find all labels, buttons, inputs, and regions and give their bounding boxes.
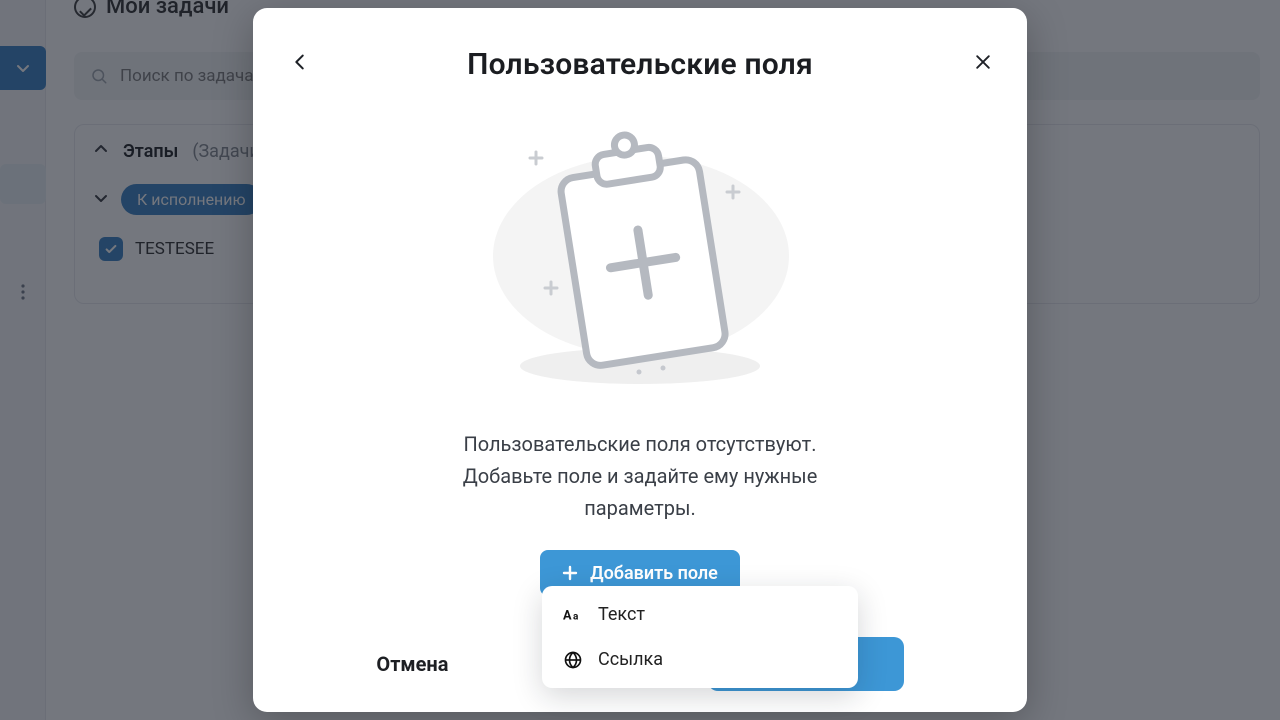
menu-item-text-label: Текст (598, 604, 645, 625)
modal-close-button[interactable] (973, 52, 993, 76)
globe-icon (562, 650, 584, 670)
close-icon (973, 52, 993, 72)
cancel-button[interactable]: Отмена (376, 652, 448, 676)
empty-state-text: Пользовательские поля отсутствуют. Добав… (420, 428, 860, 524)
plus-icon (562, 565, 578, 581)
menu-item-link[interactable]: Ссылка (542, 637, 858, 682)
empty-line-1: Пользовательские поля отсутствуют. (420, 428, 860, 460)
menu-item-link-label: Ссылка (598, 649, 663, 670)
modal-back-button[interactable] (289, 51, 311, 77)
menu-item-text[interactable]: Aa Текст (542, 592, 858, 637)
text-type-icon: Aa (562, 607, 584, 623)
modal-title: Пользовательские поля (467, 47, 813, 82)
modal-header: Пользовательские поля (253, 8, 1027, 120)
add-field-label: Добавить поле (590, 563, 718, 584)
modal-body: Пользовательские поля отсутствуют. Добав… (253, 120, 1027, 616)
svg-text:a: a (573, 611, 579, 622)
add-field-menu: Aa Текст Ссылка (542, 586, 858, 688)
empty-state-illustration (475, 116, 805, 400)
svg-text:A: A (563, 608, 572, 622)
empty-line-2: Добавьте поле и задайте ему нужные парам… (420, 460, 860, 524)
chevron-left-icon (289, 51, 311, 73)
